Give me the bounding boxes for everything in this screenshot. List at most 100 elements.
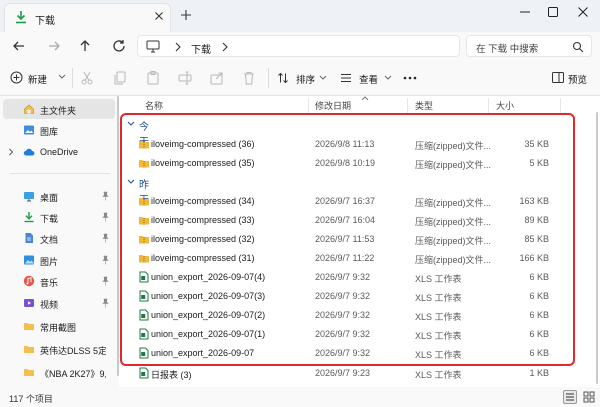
breadcrumb[interactable]: 下载 [191, 41, 211, 56]
spreadsheet-icon [139, 328, 149, 340]
column-type[interactable]: 类型 [415, 99, 433, 112]
pin-icon[interactable] [101, 191, 110, 201]
paste-icon[interactable] [145, 70, 161, 86]
preview-button[interactable]: 预览 [552, 69, 598, 87]
forward-arrow-icon[interactable] [45, 37, 63, 55]
file-date: 2026/9/7 11:53 [315, 234, 375, 244]
computer-icon [146, 40, 160, 53]
file-row[interactable]: union_export_2026-09-07(3) 2026/9/7 9:32… [134, 287, 574, 306]
chevron-right-icon[interactable] [8, 148, 14, 156]
minimize-icon[interactable] [512, 3, 538, 21]
cut-icon[interactable] [79, 70, 95, 86]
nav-item-documents[interactable]: 文档 [3, 228, 115, 248]
back-arrow-icon[interactable] [10, 37, 28, 55]
file-type: 压缩(zipped)文件... [415, 217, 492, 227]
chevron-right-icon[interactable] [173, 41, 183, 53]
file-row[interactable]: iloveimg-compressed (35) 2026/9/8 10:19 … [134, 154, 574, 173]
file-size: 5 KB [529, 158, 549, 168]
file-row[interactable]: iloveimg-compressed (33) 2026/9/7 16:04 … [134, 211, 574, 230]
share-icon[interactable] [209, 70, 225, 86]
new-label: 新建 [28, 75, 48, 86]
document-icon [25, 233, 33, 243]
rename-icon[interactable] [177, 70, 193, 86]
pin-icon[interactable] [101, 255, 110, 265]
tab-title: 下载 [35, 16, 55, 27]
nav-item-folder[interactable]: 常用截图 [3, 316, 115, 336]
nav-item-downloads[interactable]: 下载 [3, 207, 115, 227]
scrollbar[interactable] [117, 96, 119, 376]
more-options-icon[interactable] [403, 76, 417, 80]
file-row[interactable]: union_export_2026-09-07(4) 2026/9/7 9:32… [134, 268, 574, 287]
view-button[interactable]: 查看 [340, 69, 392, 87]
file-name: 日报表 (3) [151, 370, 192, 380]
file-date: 2026/9/8 11:13 [315, 139, 375, 149]
nav-item-videos[interactable]: 视频 [3, 293, 115, 313]
folder-icon [24, 369, 34, 376]
column-divider[interactable] [407, 98, 408, 113]
refresh-icon[interactable] [110, 37, 128, 55]
file-size: 166 KB [519, 253, 549, 263]
desktop-icon [24, 192, 34, 202]
tiles-view-icon[interactable] [583, 391, 595, 403]
spreadsheet-icon [139, 309, 149, 321]
file-row[interactable]: iloveimg-compressed (31) 2026/9/7 11:22 … [134, 249, 574, 268]
file-row[interactable]: union_export_2026-09-07 2026/9/7 9:32 XL… [134, 344, 574, 363]
pin-icon[interactable] [101, 276, 110, 286]
address-row: 下载 在 下载 中搜索 [0, 32, 600, 60]
nav-item-desktop[interactable]: 桌面 [3, 186, 115, 206]
nav-item-folder[interactable]: 英伟达DLSS 5定档9 [3, 339, 115, 359]
column-divider[interactable] [308, 98, 309, 113]
nav-item-music[interactable]: 音乐 [3, 271, 115, 291]
file-row[interactable]: iloveimg-compressed (34) 2026/9/7 16:37 … [134, 192, 574, 211]
maximize-icon[interactable] [540, 3, 566, 21]
nav-item-label: OneDrive [40, 147, 79, 157]
sort-button[interactable]: 排序 [277, 69, 327, 87]
column-size[interactable]: 大小 [496, 99, 514, 112]
file-row[interactable]: iloveimg-compressed (36) 2026/9/8 11:13 … [134, 135, 574, 154]
new-button[interactable]: 新建 [10, 69, 70, 87]
nav-item-label: 英伟达DLSS 5定档9 [40, 346, 106, 356]
search-input[interactable]: 在 下载 中搜索 [466, 35, 592, 57]
file-row[interactable]: 日报表 (3) 2026/9/7 9:23 XLS 工作表 1 KB [134, 364, 574, 383]
delete-icon[interactable] [241, 70, 257, 86]
column-name[interactable]: 名称 [145, 99, 163, 112]
nav-item-pictures[interactable]: 图片 [3, 250, 115, 270]
file-name: iloveimg-compressed (35) [151, 158, 255, 168]
nav-item-home[interactable]: 主文件夹 [3, 99, 115, 119]
column-divider[interactable] [560, 98, 561, 113]
spreadsheet-icon [139, 290, 149, 302]
status-bar: 117 个项目 [0, 387, 600, 407]
chevron-down-icon [127, 179, 135, 184]
pin-icon[interactable] [101, 298, 110, 308]
file-row[interactable]: iloveimg-compressed (32) 2026/9/7 11:53 … [134, 230, 574, 249]
file-type: 压缩(zipped)文件... [415, 236, 492, 246]
view-list-icon [341, 74, 351, 82]
up-arrow-icon[interactable] [76, 37, 94, 55]
sort-caret-icon [361, 96, 369, 101]
chevron-down-icon [319, 75, 327, 80]
column-date[interactable]: 修改日期 [315, 99, 351, 112]
file-name: union_export_2026-09-07 [151, 348, 255, 358]
details-view-button[interactable] [563, 390, 577, 404]
column-divider[interactable] [488, 98, 489, 113]
file-type: 压缩(zipped)文件... [415, 160, 492, 170]
scrollbar[interactable] [596, 112, 598, 384]
pin-icon[interactable] [101, 233, 110, 243]
nav-item-folder[interactable]: 《NBA 2K27》9月 [3, 362, 115, 382]
plus-icon[interactable] [180, 9, 192, 21]
nav-item-onedrive[interactable]: OneDrive [3, 142, 115, 162]
file-type: XLS 工作表 [415, 293, 462, 303]
tab-downloads[interactable]: 下载 [4, 3, 171, 32]
chevron-right-icon[interactable] [220, 41, 230, 53]
copy-icon[interactable] [112, 70, 128, 86]
file-size: 163 KB [519, 196, 549, 206]
file-row[interactable]: union_export_2026-09-07(1) 2026/9/7 9:32… [134, 325, 574, 344]
close-icon[interactable] [570, 3, 596, 21]
close-icon[interactable] [153, 10, 165, 22]
pin-icon[interactable] [101, 212, 110, 222]
address-bar[interactable]: 下载 [137, 35, 460, 57]
file-date: 2026/9/7 16:37 [315, 196, 376, 206]
file-row[interactable]: union_export_2026-09-07(2) 2026/9/7 9:32… [134, 306, 574, 325]
nav-item-gallery[interactable]: 图库 [3, 120, 115, 140]
file-size: 6 KB [529, 291, 549, 301]
